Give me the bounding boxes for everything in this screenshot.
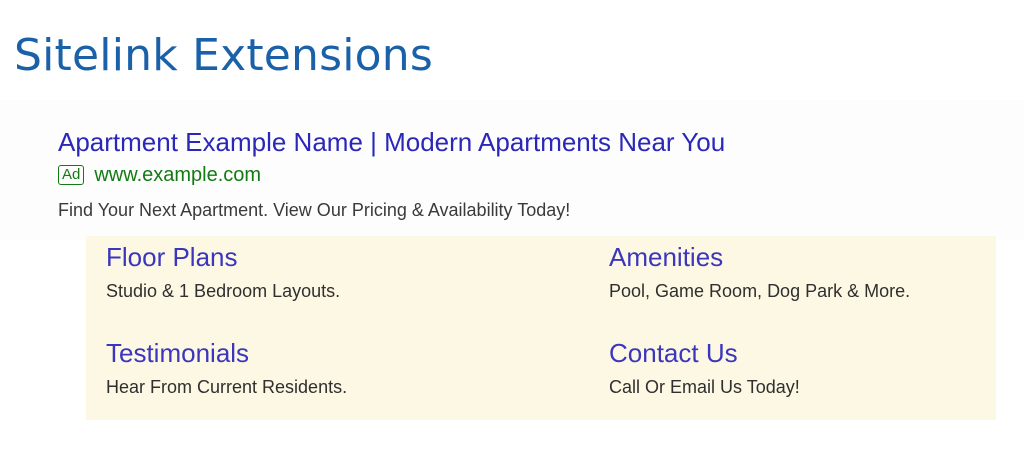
sitelink-title[interactable]: Testimonials [106, 336, 347, 370]
sitelink-testimonials: Testimonials Hear From Current Residents… [106, 336, 347, 399]
sitelink-panel: Floor Plans Studio & 1 Bedroom Layouts. … [86, 236, 996, 420]
sitelink-title[interactable]: Floor Plans [106, 240, 340, 274]
sitelink-description: Studio & 1 Bedroom Layouts. [106, 281, 341, 301]
sitelink-floor-plans: Floor Plans Studio & 1 Bedroom Layouts. [106, 240, 340, 303]
sitelink-title[interactable]: Contact Us [609, 336, 800, 370]
page-title: Sitelink Extensions [14, 30, 434, 81]
sitelink-description: Pool, Game Room, Dog Park & More. [609, 281, 911, 301]
sitelink-description: Call Or Email Us Today! [609, 377, 800, 397]
sitelink-amenities: Amenities Pool, Game Room, Dog Park & Mo… [609, 240, 910, 303]
ad-headline-link[interactable]: Apartment Example Name | Modern Apartmen… [58, 124, 725, 160]
sitelink-description: Hear From Current Residents. [106, 377, 348, 397]
sitelink-title[interactable]: Amenities [609, 240, 910, 274]
ad-url-row: Ad www.example.com [58, 162, 261, 188]
sitelink-contact-us: Contact Us Call Or Email Us Today! [609, 336, 800, 399]
ad-display-url[interactable]: www.example.com [94, 162, 261, 188]
ad-badge: Ad [58, 165, 85, 185]
ad-description: Find Your Next Apartment. View Our Prici… [58, 200, 571, 220]
